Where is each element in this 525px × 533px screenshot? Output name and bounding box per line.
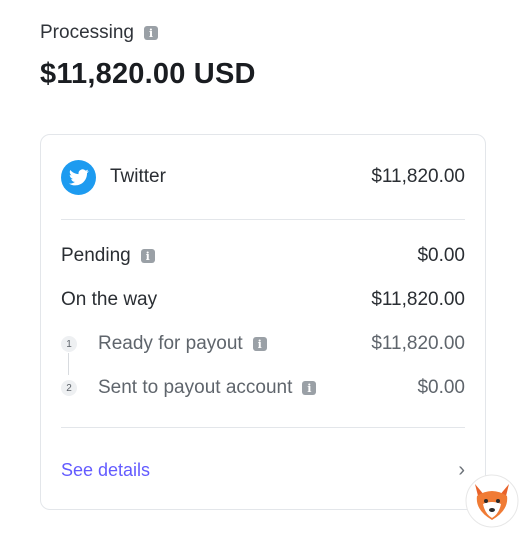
step-number: 2 — [61, 380, 77, 396]
step-number: 1 — [61, 336, 77, 352]
on-the-way-amount: $11,820.00 — [371, 289, 465, 310]
step-ready-for-payout: 1 Ready for payout i $11,820.00 — [61, 332, 465, 356]
on-the-way-row: On the way $11,820.00 — [61, 288, 465, 312]
step-label: Ready for payout — [98, 333, 243, 354]
pending-amount: $0.00 — [417, 245, 465, 266]
see-details-row[interactable]: See details › — [61, 458, 465, 482]
on-the-way-label: On the way — [61, 289, 158, 310]
step-amount: $0.00 — [417, 377, 465, 398]
processing-label: Processing — [40, 22, 134, 43]
fox-logo-icon — [465, 474, 519, 528]
divider — [61, 219, 465, 220]
divider — [61, 427, 465, 428]
source-row: Twitter $11,820.00 — [61, 159, 465, 195]
info-icon[interactable]: i — [140, 249, 155, 263]
processing-header: Processing i — [40, 22, 158, 44]
step-sent-to-payout-account: 2 Sent to payout account i $0.00 — [61, 376, 465, 400]
info-icon[interactable]: i — [302, 381, 317, 395]
pending-label: Pending — [61, 245, 131, 266]
info-icon[interactable]: i — [144, 26, 158, 40]
pending-row: Pending i $0.00 — [61, 244, 465, 268]
info-icon[interactable]: i — [252, 337, 267, 351]
step-connector — [68, 353, 69, 375]
chevron-right-icon[interactable]: › — [458, 459, 465, 482]
processing-total: $11,820.00 USD — [40, 58, 256, 90]
source-name: Twitter — [110, 166, 166, 187]
step-label: Sent to payout account — [98, 377, 293, 398]
step-amount: $11,820.00 — [371, 333, 465, 354]
twitter-icon — [61, 159, 96, 195]
source-amount: $11,820.00 — [371, 166, 465, 187]
balance-card: Twitter $11,820.00 Pending i $0.00 On th… — [40, 134, 486, 510]
see-details-link[interactable]: See details — [61, 460, 150, 481]
